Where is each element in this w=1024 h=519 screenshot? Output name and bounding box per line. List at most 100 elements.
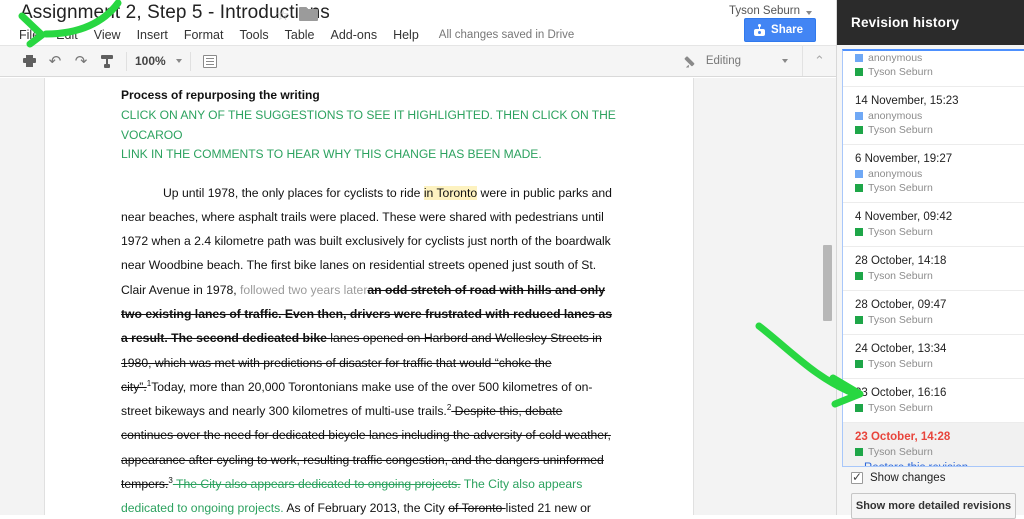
menu-item-tools[interactable]: Tools [231, 26, 276, 44]
text-run: were in public parks and near beaches, w… [121, 185, 612, 297]
user-color-swatch [855, 170, 863, 178]
revision-user: anonymous [855, 167, 1014, 181]
editing-mode-label: Editing [705, 55, 741, 67]
revision-user: Tyson Seburn [855, 269, 1014, 283]
deleted-text: lanes opened on Harbord and Wellesley St… [330, 331, 589, 346]
show-changes-checkbox[interactable] [851, 470, 863, 484]
document-heading: Process of repurposing the writing [121, 88, 320, 102]
user-color-swatch [855, 360, 863, 368]
document-page[interactable]: Process of repurposing the writing CLICK… [45, 78, 693, 515]
account-name[interactable]: Tyson Seburn [729, 5, 800, 17]
list-item[interactable]: anonymous Tyson Seburn [843, 51, 1024, 87]
collapse-toolbar-button[interactable]: ⌃ [802, 46, 836, 76]
user-color-swatch [855, 272, 863, 280]
revision-user-name: anonymous [868, 52, 923, 64]
menu-item-addons[interactable]: Add-ons [323, 26, 386, 44]
list-item[interactable]: 24 October, 13:34 Tyson Seburn [843, 335, 1024, 379]
revision-user: Tyson Seburn [855, 401, 1014, 415]
user-color-swatch [855, 68, 863, 76]
revision-history-panel: Revision history anonymous Tyson Seburn … [836, 0, 1024, 519]
show-changes-row[interactable]: Show changes [842, 470, 1024, 484]
chevron-down-icon[interactable] [806, 11, 812, 15]
instructions-line-2: LINK IN THE COMMENTS TO HEAR WHY THIS CH… [121, 147, 542, 161]
menu-item-format[interactable]: Format [176, 26, 232, 44]
revision-user-name: Tyson Seburn [868, 446, 933, 458]
menu-item-table[interactable]: Table [277, 26, 323, 44]
redo-arrow-icon: ↷ [74, 52, 88, 70]
text-run: As of February 2013, the City [283, 501, 449, 515]
user-color-swatch [855, 448, 863, 456]
menu-item-help[interactable]: Help [385, 26, 427, 44]
revision-panel-footer: Show changes Show more detailed revision… [842, 470, 1024, 519]
deleted-suggestion[interactable]: The City also appears dedicated to ongoi… [173, 477, 461, 491]
revision-user: Tyson Seburn [855, 313, 1014, 327]
print-icon [22, 55, 36, 67]
list-item[interactable]: 23 October, 16:16 Tyson Seburn [843, 379, 1024, 423]
revision-user-name: Tyson Seburn [868, 358, 933, 370]
text-run: Up until 1978, the only places for cycli… [163, 185, 424, 200]
list-item[interactable]: 4 November, 09:42 Tyson Seburn [843, 203, 1024, 247]
revision-user-name: anonymous [868, 168, 923, 180]
app-header: Assignment 2, Step 5 - Introductions ☆ F… [0, 0, 836, 45]
revision-user-name: Tyson Seburn [868, 270, 933, 282]
menu-item-view[interactable]: View [86, 26, 129, 44]
document-paragraph-1[interactable]: Up until 1978, the only places for cycli… [121, 181, 617, 515]
list-item[interactable]: 6 November, 19:27 anonymous Tyson Seburn [843, 145, 1024, 203]
revision-date: 6 November, 19:27 [855, 153, 953, 165]
save-status-text: All changes saved in Drive [438, 29, 575, 41]
user-color-swatch [855, 228, 863, 236]
print-button[interactable] [16, 49, 42, 73]
restore-revision-link[interactable]: Restore this revision [864, 462, 1014, 466]
paragraph-style-button[interactable] [197, 49, 223, 73]
undo-button[interactable]: ↶ [42, 49, 68, 73]
revision-user-name: anonymous [868, 110, 923, 122]
paint-format-button[interactable] [94, 49, 120, 73]
instructions-line-1: CLICK ON ANY OF THE SUGGESTIONS TO SEE I… [121, 108, 616, 142]
revision-user: Tyson Seburn [855, 357, 1014, 371]
scrollbar-thumb[interactable] [823, 245, 832, 321]
show-changes-label: Show changes [870, 472, 946, 484]
show-detailed-revisions-button[interactable]: Show more detailed revisions [851, 493, 1016, 519]
star-outline-icon[interactable]: ☆ [276, 6, 289, 24]
revision-user: Tyson Seburn [855, 181, 1014, 195]
revision-user: Tyson Seburn [855, 123, 1014, 137]
revision-user-name: Tyson Seburn [868, 402, 933, 414]
user-color-swatch [855, 184, 863, 192]
person-lock-icon [754, 24, 766, 36]
revision-list[interactable]: anonymous Tyson Seburn 14 November, 15:2… [842, 49, 1024, 467]
chevron-down-icon [175, 59, 182, 63]
revision-user: anonymous [855, 51, 1014, 65]
document-toolbar: ↶ ↷ 100% Editing ⌃ [0, 45, 836, 77]
redo-button[interactable]: ↷ [68, 49, 94, 73]
revision-date-selected: 23 October, 14:28 [855, 431, 951, 443]
menu-item-insert[interactable]: Insert [129, 26, 176, 44]
list-item-selected[interactable]: 23 October, 14:28 Tyson Seburn Restore t… [843, 423, 1024, 466]
editing-mode-selector[interactable]: Editing [672, 55, 802, 68]
deleted-text: of Toronto [448, 501, 506, 515]
chevron-down-icon [782, 59, 788, 63]
user-color-swatch [855, 112, 863, 120]
undo-arrow-icon: ↶ [48, 52, 62, 70]
revision-user: Tyson Seburn [855, 445, 1014, 459]
share-button[interactable]: Share [744, 18, 816, 42]
revision-user-name: Tyson Seburn [868, 124, 933, 136]
revision-user: Tyson Seburn [855, 225, 1014, 239]
menu-item-edit[interactable]: Edit [48, 26, 86, 44]
paint-format-icon [101, 54, 113, 68]
revision-user-name: Tyson Seburn [868, 226, 933, 238]
revision-date: 24 October, 13:34 [855, 343, 947, 355]
zoom-control[interactable]: 100% [127, 54, 190, 68]
list-item[interactable]: 14 November, 15:23 anonymous Tyson Sebur… [843, 87, 1024, 145]
list-item[interactable]: 28 October, 09:47 Tyson Seburn [843, 291, 1024, 335]
vertical-scrollbar[interactable] [823, 78, 832, 515]
document-canvas[interactable]: Process of repurposing the writing CLICK… [0, 78, 836, 515]
list-item[interactable]: 28 October, 14:18 Tyson Seburn [843, 247, 1024, 291]
chevron-up-icon: ⌃ [814, 53, 825, 68]
text-run-gray: followed two years later [240, 282, 368, 297]
menu-item-file[interactable]: File [19, 26, 48, 44]
highlighted-suggestion[interactable]: in Toronto [423, 185, 478, 200]
revision-user-name: Tyson Seburn [868, 66, 933, 78]
revision-user: anonymous [855, 109, 1014, 123]
folder-icon[interactable] [299, 7, 318, 21]
